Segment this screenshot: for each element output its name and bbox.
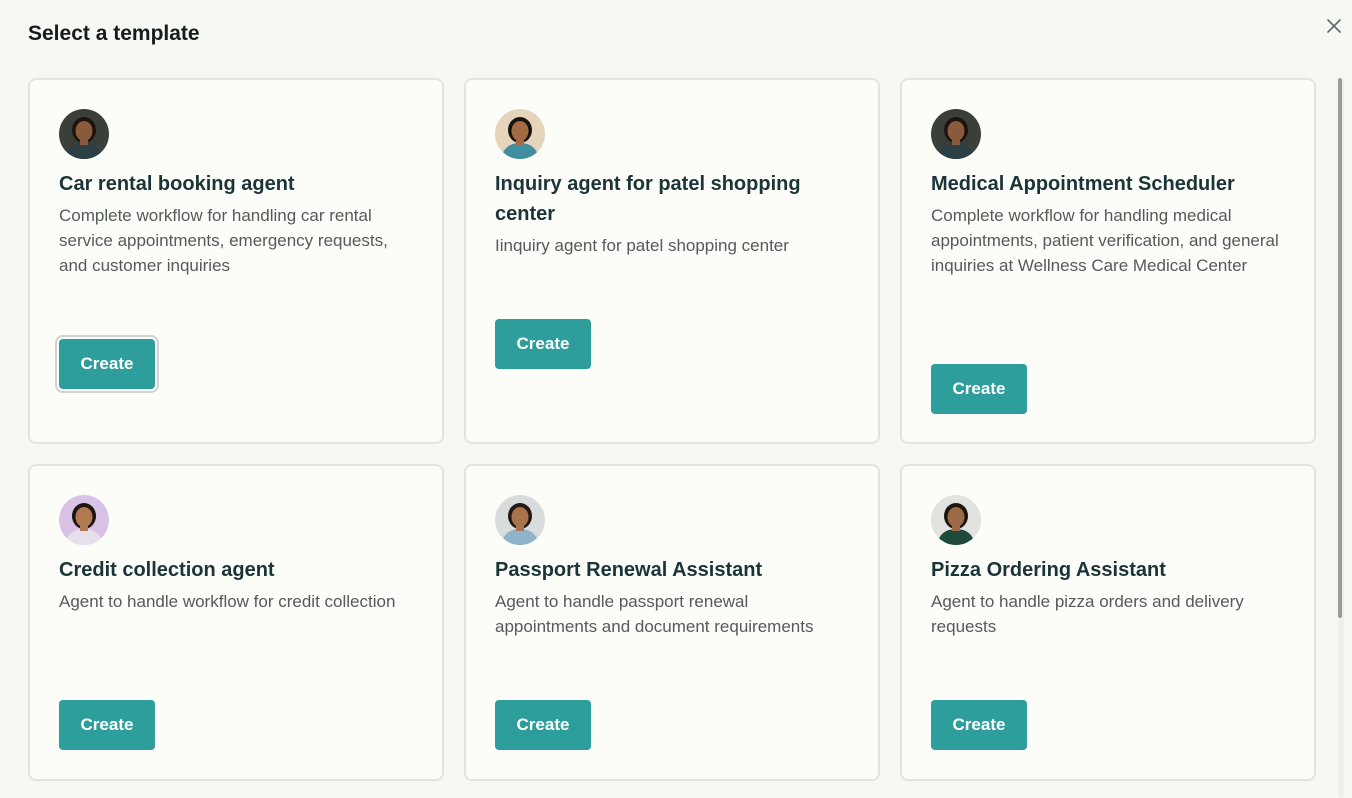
template-title: Medical Appointment Scheduler <box>931 173 1235 195</box>
scrollbar[interactable] <box>1338 78 1344 798</box>
template-card-medical: Medical Appointment Scheduler Complete w… <box>900 78 1316 444</box>
scrollbar-thumb[interactable] <box>1338 78 1342 618</box>
template-description: Agent to handle passport renewal appoint… <box>495 592 814 636</box>
template-title: Inquiry agent for patel shopping center <box>495 173 801 225</box>
template-title: Car rental booking agent <box>59 173 295 195</box>
template-title: Passport Renewal Assistant <box>495 559 763 581</box>
create-button[interactable]: Create <box>931 364 1027 414</box>
agent-avatar <box>931 109 981 159</box>
create-button[interactable]: Create <box>495 700 591 750</box>
template-title: Credit collection agent <box>59 559 275 581</box>
modal-title: Select a template <box>28 22 200 45</box>
template-description: Complete workflow for handling car renta… <box>59 206 388 275</box>
template-card-credit: Credit collection agent Agent to handle … <box>28 464 444 781</box>
template-description: Agent to handle workflow for credit coll… <box>59 592 396 611</box>
agent-avatar <box>59 495 109 545</box>
create-button[interactable]: Create <box>495 319 591 369</box>
template-grid: Car rental booking agent Complete workfl… <box>28 78 1316 781</box>
agent-avatar <box>931 495 981 545</box>
template-card-car-rental: Car rental booking agent Complete workfl… <box>28 78 444 444</box>
close-icon <box>1327 19 1341 33</box>
agent-avatar <box>495 109 545 159</box>
agent-avatar <box>59 109 109 159</box>
create-button[interactable]: Create <box>59 700 155 750</box>
template-card-inquiry: Inquiry agent for patel shopping center … <box>464 78 880 444</box>
template-card-passport: Passport Renewal Assistant Agent to hand… <box>464 464 880 781</box>
template-card-pizza: Pizza Ordering Assistant Agent to handle… <box>900 464 1316 781</box>
template-description: Complete workflow for handling medical a… <box>931 206 1279 275</box>
close-button[interactable] <box>1322 14 1346 38</box>
create-button[interactable]: Create <box>931 700 1027 750</box>
template-title: Pizza Ordering Assistant <box>931 559 1166 581</box>
create-button[interactable]: Create <box>59 339 155 389</box>
agent-avatar <box>495 495 545 545</box>
template-description: Iinquiry agent for patel shopping center <box>495 236 789 255</box>
template-description: Agent to handle pizza orders and deliver… <box>931 592 1244 636</box>
